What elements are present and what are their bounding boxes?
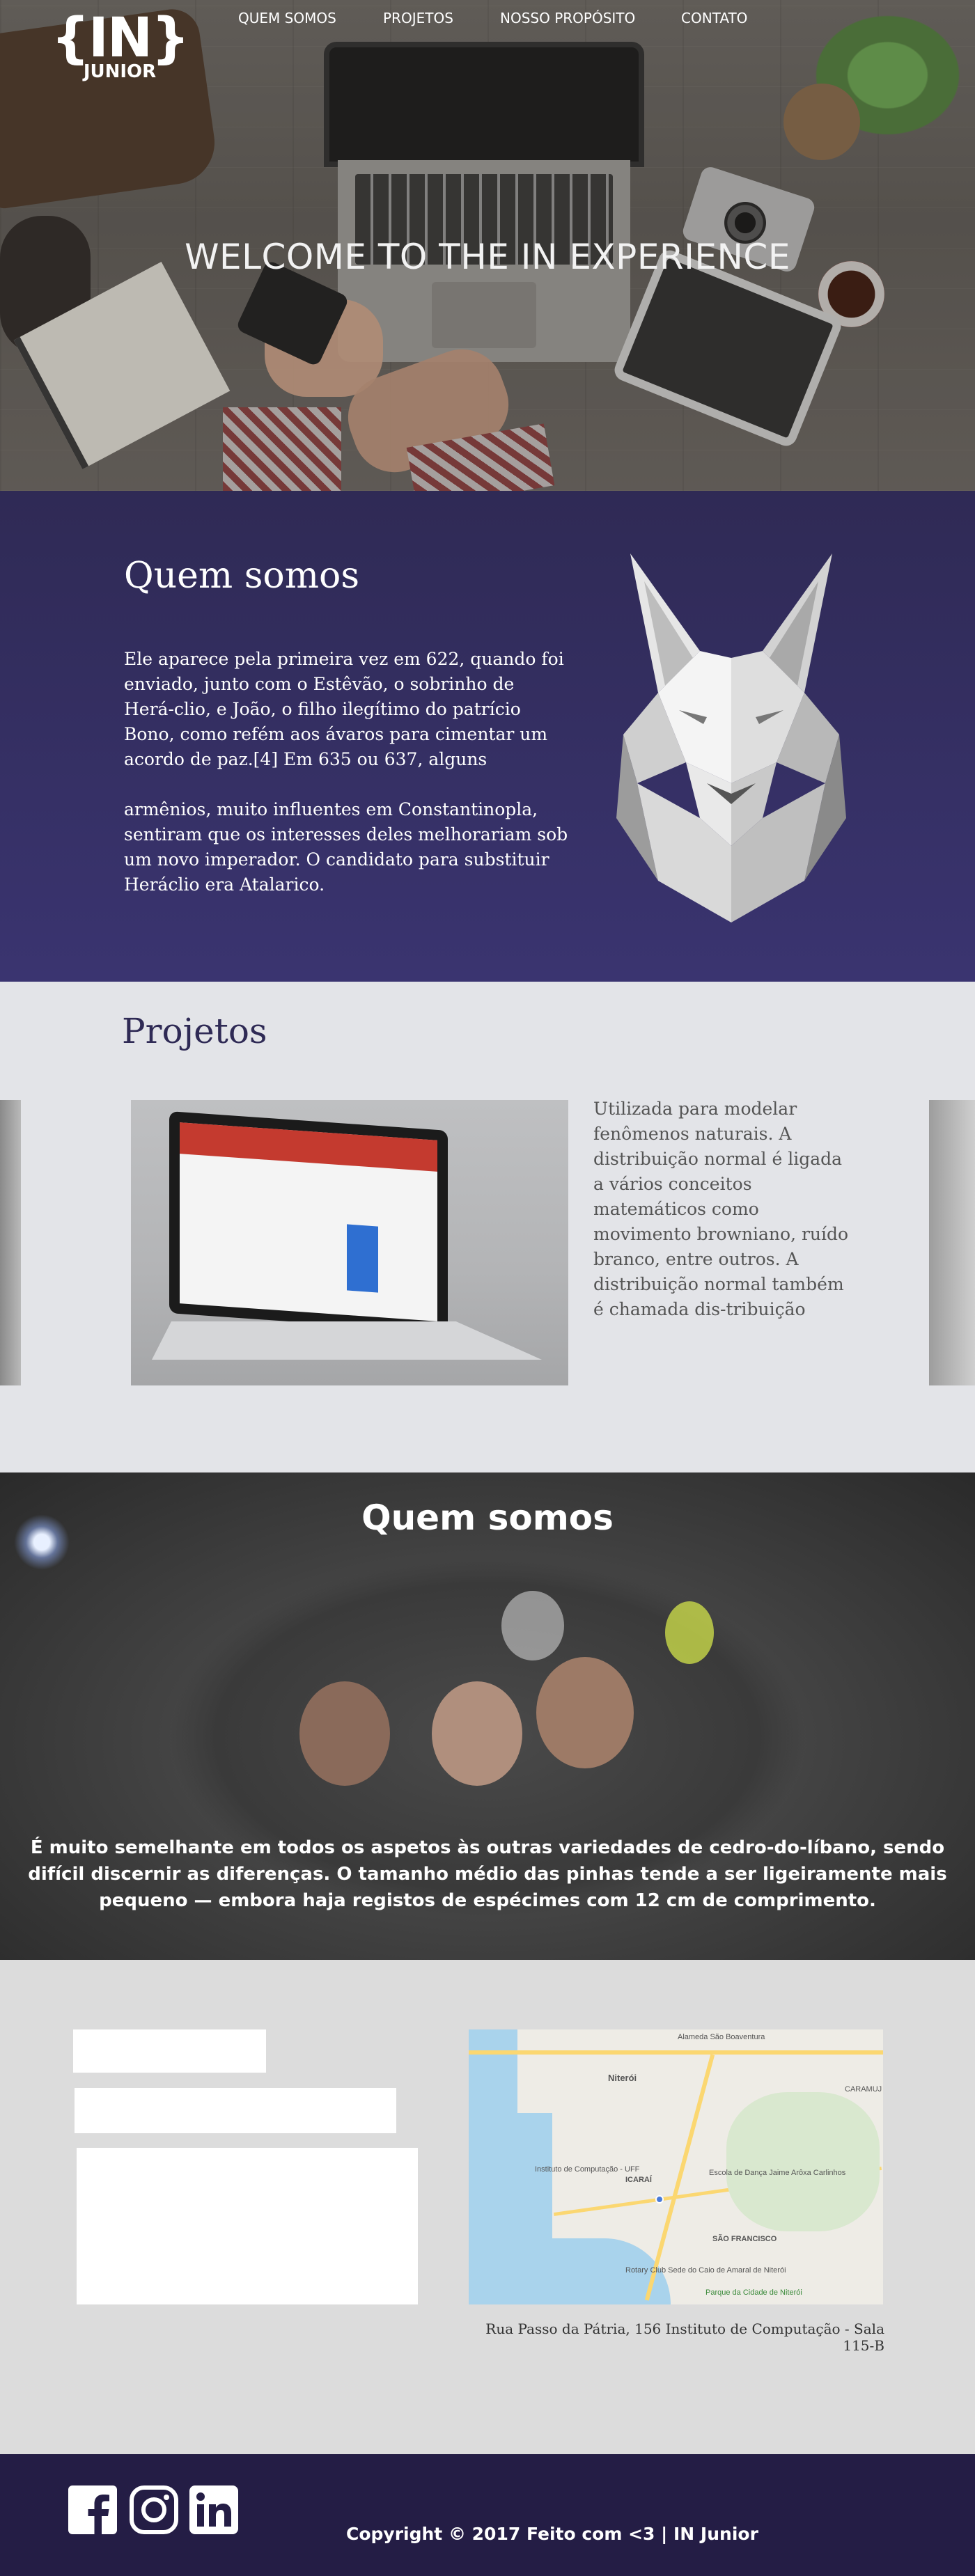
carousel-next-card[interactable] (929, 1100, 975, 1385)
person-face-1 (299, 1681, 390, 1786)
map-label-caramujo: CARAMUJ (845, 2085, 882, 2094)
message-field[interactable] (77, 2148, 418, 2304)
instagram-icon[interactable] (130, 2485, 178, 2534)
about-paragraph-2: armênios, muito influentes em Constantin… (124, 799, 568, 895)
team-text: É muito semelhante em todos os aspetos à… (28, 1837, 947, 1911)
map-label-alameda: Alameda São Boaventura (678, 2033, 765, 2041)
wolf-icon (616, 553, 846, 922)
site-footer: Copyright © 2017 Feito com <3 | IN Junio… (0, 2454, 975, 2576)
map-water-north (469, 2029, 517, 2120)
project-site-phone (347, 1224, 378, 1293)
map-label-instituto: Instituto de Computação - UFF (535, 2165, 640, 2174)
facebook-icon[interactable] (68, 2485, 117, 2534)
linkedin-icon[interactable] (189, 2485, 238, 2534)
person-shirt-yellow (665, 1601, 714, 1664)
address-text: Rua Passo da Pátria, 156 Instituto de Co… (485, 2320, 884, 2354)
team-title: Quem somos (361, 1498, 614, 1538)
main-nav: QUEM SOMOS PROJETOS NOSSO PROPÓSITO CONT… (230, 10, 787, 31)
about-section: Quem somos Ele aparece pela primeira vez… (0, 491, 975, 982)
hero-section: {IN} JUNIOR QUEM SOMOS PROJETOS NOSSO PR… (0, 0, 975, 491)
contact-section: Alameda São Boaventura Niterói CARAMUJ I… (0, 1960, 975, 2454)
project-laptop-base (152, 1321, 542, 1360)
map-location-pin-icon (655, 2195, 664, 2204)
map-label-escola: Escola de Dança Jaime Arôxa Carlinhos (709, 2169, 846, 2177)
nav-link-projetos[interactable]: PROJETOS (383, 10, 453, 26)
map-label-parque: Parque da Cidade de Niterói (705, 2288, 802, 2297)
map-label-rotary: Rotary Club Sede do Caio de Amaral de Ni… (625, 2266, 786, 2275)
name-field[interactable] (73, 2029, 266, 2073)
map-road-vertical (644, 2054, 715, 2301)
projects-section: Projetos Utilizada para modelar fenômeno… (0, 982, 975, 1472)
team-section: Quem somos É muito semelhante em todos o… (0, 1472, 975, 1960)
map-road-main (469, 2050, 883, 2055)
map-label-sao-francisco: SÃO FRANCISCO (712, 2235, 777, 2243)
hero-title: WELCOME TO THE IN EXPERIENCE (185, 237, 790, 277)
person-shirt-white (501, 1591, 564, 1660)
nav-link-nosso-proposito[interactable]: NOSSO PROPÓSITO (500, 10, 635, 26)
location-map[interactable]: Alameda São Boaventura Niterói CARAMUJ I… (469, 2029, 883, 2304)
logo-mark: {IN} (51, 7, 189, 70)
carousel-prev-card[interactable] (0, 1100, 21, 1385)
person-face-2 (432, 1681, 522, 1786)
project-image[interactable] (131, 1100, 568, 1385)
project-description: Utilizada para modelar fenômenos naturai… (593, 1099, 849, 1319)
site-logo[interactable]: {IN} JUNIOR (50, 10, 189, 81)
copyright-text: Copyright © 2017 Feito com <3 | IN Junio… (346, 2524, 758, 2544)
person-face-3 (536, 1657, 634, 1768)
nav-link-quem-somos[interactable]: QUEM SOMOS (238, 10, 336, 26)
projects-title: Projetos (122, 1011, 267, 1051)
about-paragraph-1: Ele aparece pela primeira vez em 622, qu… (124, 649, 564, 769)
about-text: Ele aparece pela primeira vez em 622, qu… (124, 647, 570, 922)
email-field[interactable] (75, 2088, 396, 2133)
about-title: Quem somos (124, 555, 360, 597)
map-label-niteroi: Niterói (608, 2073, 637, 2083)
map-park-area (726, 2092, 880, 2231)
map-label-icarai: ICARAÍ (625, 2176, 652, 2184)
nav-link-contato[interactable]: CONTATO (681, 10, 747, 26)
